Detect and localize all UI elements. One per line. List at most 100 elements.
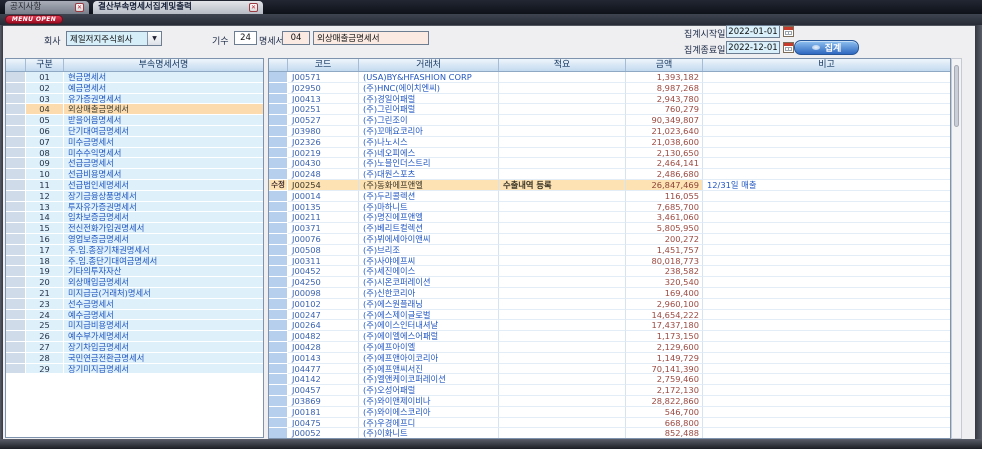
table-row[interactable]: J00311(주)사야에프씨80,018,773 <box>269 256 950 267</box>
row-flag-cell[interactable] <box>269 396 288 407</box>
list-item[interactable]: 15전신전화가입권명세서 <box>6 223 263 234</box>
statement-code-input[interactable] <box>282 31 310 45</box>
row-selector-cell[interactable] <box>6 169 26 180</box>
row-selector-cell[interactable] <box>6 212 26 223</box>
table-row[interactable]: J02950(주)HNC(에이치엔씨)8,987,268 <box>269 83 950 94</box>
list-item[interactable]: 05받을어음명세서 <box>6 115 263 126</box>
list-item[interactable]: 06단기대여금명세서 <box>6 126 263 137</box>
row-selector-cell[interactable] <box>6 104 26 115</box>
row-flag-cell[interactable] <box>269 256 288 267</box>
row-flag-cell[interactable] <box>269 374 288 385</box>
aggregate-button[interactable]: 집계 <box>794 40 859 55</box>
list-item[interactable]: 26예수부가세명세서 <box>6 331 263 342</box>
list-item[interactable]: 17주.임.종장기채권명세서 <box>6 245 263 256</box>
list-item[interactable]: 12장기금융상품명세서 <box>6 191 263 202</box>
calendar-icon[interactable] <box>783 26 794 37</box>
row-flag-cell[interactable] <box>269 72 288 83</box>
row-flag-cell[interactable]: 수정 <box>269 180 288 191</box>
row-flag-cell[interactable] <box>269 299 288 310</box>
row-selector-cell[interactable] <box>6 137 26 148</box>
row-selector-cell[interactable] <box>6 202 26 213</box>
list-item[interactable]: 27장기차입금명세서 <box>6 342 263 353</box>
row-flag-cell[interactable] <box>269 418 288 429</box>
row-flag-cell[interactable] <box>269 169 288 180</box>
list-item[interactable]: 03유가증권명세서 <box>6 94 263 105</box>
row-selector-cell[interactable] <box>6 94 26 105</box>
list-item[interactable]: 18주.임.종단기대여금명세서 <box>6 256 263 267</box>
table-row[interactable]: J00430(주)노블인더스트리2,464,141 <box>269 158 950 169</box>
row-selector-cell[interactable] <box>6 310 26 321</box>
chevron-down-icon[interactable]: ▼ <box>147 32 161 45</box>
list-item[interactable]: 10선급비용명세서 <box>6 169 263 180</box>
list-item[interactable]: 21미지급금(거래처)명세서 <box>6 288 263 299</box>
row-flag-cell[interactable] <box>269 407 288 418</box>
row-selector-cell[interactable] <box>6 234 26 245</box>
table-row[interactable]: J00181(주)와이에스코리아546,700 <box>269 407 950 418</box>
row-flag-cell[interactable] <box>269 245 288 256</box>
list-item[interactable]: 01현금명세서 <box>6 72 263 83</box>
row-selector-cell[interactable] <box>6 256 26 267</box>
list-item[interactable]: 25미지급비용명세서 <box>6 320 263 331</box>
company-select[interactable]: 제일저지주식회사 ▼ <box>66 31 162 46</box>
row-flag-cell[interactable] <box>269 234 288 245</box>
table-row[interactable]: J00452(주)세진에이스238,582 <box>269 266 950 277</box>
close-icon[interactable]: ✕ <box>249 3 258 12</box>
row-selector-cell[interactable] <box>6 180 26 191</box>
table-row[interactable]: J04142(주)엘앤케이코퍼레이션2,759,460 <box>269 374 950 385</box>
row-flag-cell[interactable] <box>269 137 288 148</box>
row-flag-cell[interactable] <box>269 320 288 331</box>
row-flag-cell[interactable] <box>269 104 288 115</box>
list-item[interactable]: 04외상매출금명세서 <box>6 104 263 115</box>
menu-open-badge[interactable]: MENU OPEN <box>5 15 63 24</box>
table-row[interactable]: J03980(주)꼬매요코리아21,023,640 <box>269 126 950 137</box>
list-item[interactable]: 02예금명세서 <box>6 83 263 94</box>
table-row[interactable]: J00052(주)이화니트852,488 <box>269 428 950 439</box>
row-selector-cell[interactable] <box>6 266 26 277</box>
row-selector-cell[interactable] <box>6 353 26 364</box>
row-selector-cell[interactable] <box>6 158 26 169</box>
list-item[interactable]: 08미수수익명세서 <box>6 148 263 159</box>
end-date-input[interactable] <box>726 41 780 54</box>
row-selector-cell[interactable] <box>6 364 26 375</box>
start-date-input[interactable] <box>726 25 780 38</box>
list-item[interactable]: 20외상매입금명세서 <box>6 277 263 288</box>
table-row[interactable]: J00475(주)우경에프디668,800 <box>269 418 950 429</box>
period-input[interactable] <box>234 31 257 45</box>
table-row[interactable]: J00076(주)뷔에세아이앤씨200,272 <box>269 234 950 245</box>
row-selector-cell[interactable] <box>6 83 26 94</box>
row-flag-cell[interactable] <box>269 277 288 288</box>
table-row[interactable]: J00264(주)에이스인터내셔날17,437,180 <box>269 320 950 331</box>
row-flag-cell[interactable] <box>269 191 288 202</box>
table-row[interactable]: J00251(주)그린어패럴760,279 <box>269 104 950 115</box>
table-row[interactable]: J00135(주)마하니트7,685,700 <box>269 202 950 213</box>
row-selector-cell[interactable] <box>6 320 26 331</box>
row-flag-cell[interactable] <box>269 148 288 159</box>
row-flag-cell[interactable] <box>269 364 288 375</box>
statement-name-input[interactable] <box>313 31 429 45</box>
list-item[interactable]: 09선급금명세서 <box>6 158 263 169</box>
table-row[interactable]: J00098(주)신한코리아169,400 <box>269 288 950 299</box>
row-selector-cell[interactable] <box>6 288 26 299</box>
tab-statement-report[interactable]: 결산부속명세서집계및출력 ✕ <box>93 1 263 14</box>
table-row[interactable]: J00508(주)브리조1,451,757 <box>269 245 950 256</box>
row-selector-cell[interactable] <box>6 299 26 310</box>
table-row[interactable]: J00457(주)오성어패럴2,172,130 <box>269 385 950 396</box>
table-row[interactable]: J00248(주)대원스포츠2,486,680 <box>269 169 950 180</box>
row-flag-cell[interactable] <box>269 115 288 126</box>
table-row[interactable]: J03869(주)와이앤제이비나28,822,860 <box>269 396 950 407</box>
row-flag-cell[interactable] <box>269 331 288 342</box>
scrollbar-thumb[interactable] <box>954 65 959 127</box>
list-item[interactable]: 28국민연금전환금명세서 <box>6 353 263 364</box>
table-row[interactable]: J00371(주)베리트컬렉션5,805,950 <box>269 223 950 234</box>
row-flag-cell[interactable] <box>269 288 288 299</box>
list-item[interactable]: 24예수금명세서 <box>6 310 263 321</box>
table-row[interactable]: J00102(주)에스원플래닝2,960,100 <box>269 299 950 310</box>
table-row[interactable]: J00428(주)에프아이엘2,129,600 <box>269 342 950 353</box>
table-row[interactable]: J00211(주)명진에프앤엘3,461,060 <box>269 212 950 223</box>
row-selector-cell[interactable] <box>6 148 26 159</box>
row-selector-cell[interactable] <box>6 223 26 234</box>
row-flag-cell[interactable] <box>269 94 288 105</box>
row-selector-cell[interactable] <box>6 126 26 137</box>
row-selector-cell[interactable] <box>6 191 26 202</box>
table-row[interactable]: J00014(주)두리콜렉션116,055 <box>269 191 950 202</box>
